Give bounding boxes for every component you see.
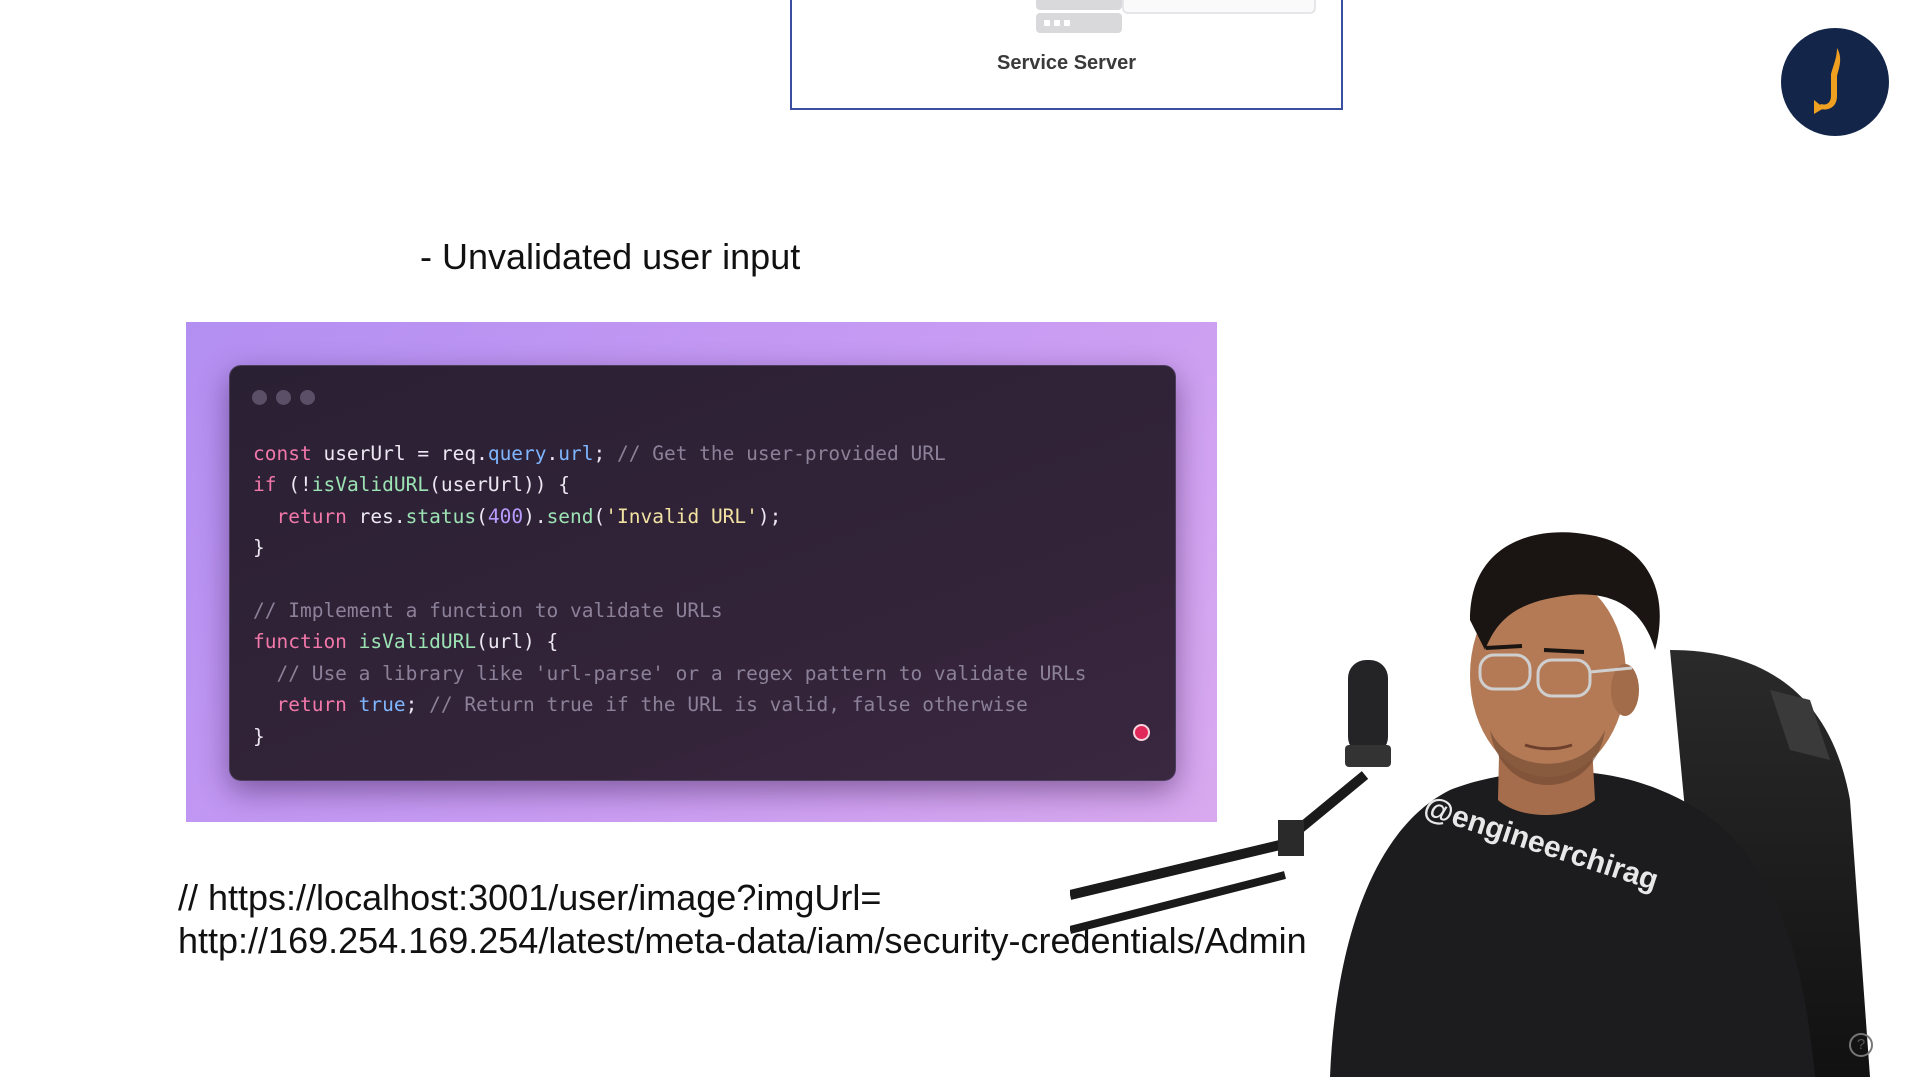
slide-heading: - Unvalidated user input [420,236,801,277]
code-token: } [253,536,265,560]
code-token: (! [288,473,312,497]
code-token: // Use a library like 'url-parse' or a r… [276,661,1087,685]
code-snippet-panel: const userUrl = req.query.url; // Get th… [186,322,1217,822]
code-token: query [487,442,547,465]
code-token: isValidURL [358,630,477,654]
code-token: // Implement a function to validate URLs [253,598,723,622]
code-token: isValidURL [311,473,430,497]
code-token: ( [593,504,606,528]
code-line: } [253,721,1087,752]
code-token: return [276,693,359,717]
window-dot-icon [300,390,315,405]
code-token: url [558,442,594,465]
code-line: const userUrl = req.query.url; // Get th… [253,438,1087,469]
help-icon[interactable]: ? [1849,1033,1873,1057]
code-line: } [253,532,1087,563]
code-line: return true; // Return true if the URL i… [253,689,1087,720]
code-token: } [253,724,265,748]
code-token: // Get the user-provided URL [617,442,946,465]
code-token: (url) { [476,630,559,654]
code-line: // Use a library like 'url-parse' or a r… [253,658,1087,689]
code-token: ); [757,504,782,528]
code-token: ; [593,442,617,465]
code-token: function [253,630,359,654]
code-token: userUrl = req. [323,442,488,465]
code-token: true [358,693,406,717]
code-token: ( [476,504,488,528]
window-controls [252,390,324,410]
server-connector-card [1122,0,1316,14]
service-server-label: Service Server [996,52,1136,74]
code-token: send [546,504,594,528]
code-token: if [253,473,289,497]
code-token: 400 [487,504,524,528]
code-token: ). [523,504,547,528]
channel-logo-icon [1781,28,1889,136]
code-token: 'Invalid URL' [605,504,758,528]
window-dot-icon [252,390,267,405]
code-token: . [546,442,559,465]
code-token: ; [405,693,430,717]
window-dot-icon [276,390,291,405]
code-token: status [405,504,477,528]
code-block: const userUrl = req.query.url; // Get th… [253,438,1087,752]
code-token: const [253,442,324,465]
presenter-webcam: @engineerchirag [1068,500,1909,1077]
code-line: if (!isValidURL(userUrl)) { [253,469,1087,500]
service-server-node: Service Server [790,0,1343,110]
code-line: return res.status(400).send('Invalid URL… [253,501,1087,532]
code-token: // Return true if the URL is valid, fals… [429,693,1028,717]
code-line: function isValidURL(url) { [253,626,1087,657]
code-token: (userUrl)) { [429,473,571,497]
code-token: return [276,504,359,528]
server-icon [1036,0,1122,48]
code-line: // Implement a function to validate URLs [253,595,1087,626]
code-window: const userUrl = req.query.url; // Get th… [229,365,1176,781]
code-token: res. [358,504,406,528]
